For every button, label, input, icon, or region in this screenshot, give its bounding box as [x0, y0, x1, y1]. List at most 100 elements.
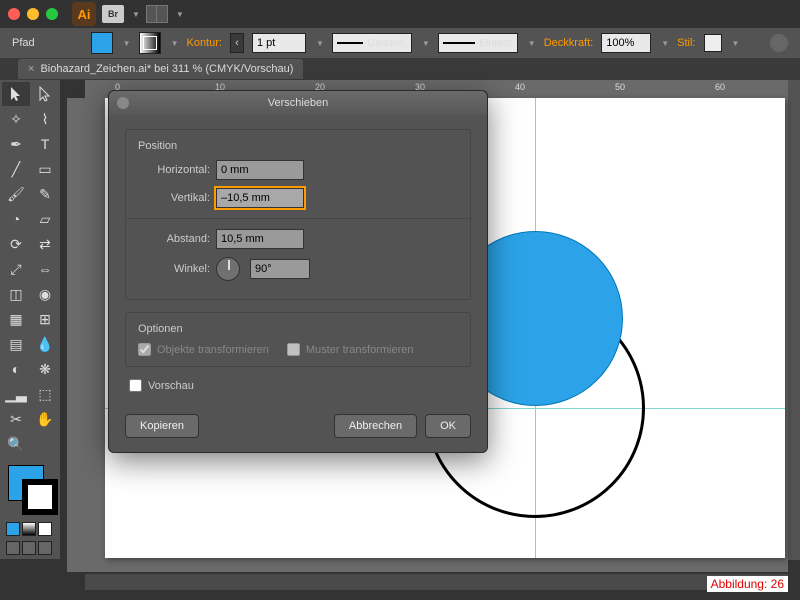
horizontal-scrollbar[interactable]: [85, 574, 788, 590]
stroke-swatch[interactable]: [139, 32, 161, 54]
document-tab[interactable]: × Biohazard_Zeichen.ai* bei 311 % (CMYK/…: [18, 59, 303, 79]
stil-label: Stil:: [677, 37, 695, 49]
distance-input[interactable]: 10,5 mm: [216, 229, 304, 249]
chevron-down-icon[interactable]: ▼: [528, 39, 536, 48]
ok-button[interactable]: OK: [425, 414, 471, 438]
draw-normal[interactable]: [6, 541, 20, 555]
free-transform-tool[interactable]: ◫: [2, 282, 30, 306]
spacer: [31, 432, 59, 456]
color-mode-solid[interactable]: [6, 522, 20, 536]
direct-selection-tool[interactable]: [31, 82, 59, 106]
copy-button[interactable]: Kopieren: [125, 414, 199, 438]
reflect-tool[interactable]: ⇄: [31, 232, 59, 256]
magic-wand-tool[interactable]: ✧: [2, 107, 30, 131]
recolor-icon[interactable]: [770, 34, 788, 52]
color-mode-row: [2, 520, 59, 538]
position-group-label: Position: [134, 140, 181, 152]
screen-mode-row: [2, 539, 59, 557]
close-tab-icon[interactable]: ×: [28, 63, 34, 75]
color-swatch-area: [2, 461, 59, 519]
shape-builder-tool[interactable]: ◉: [31, 282, 59, 306]
slice-tool[interactable]: ✂: [2, 407, 30, 431]
opacity-field[interactable]: 100%: [601, 33, 651, 53]
chevron-down-icon[interactable]: ▼: [132, 10, 140, 19]
transform-patterns-checkbox[interactable]: Muster transformieren: [287, 343, 414, 356]
chevron-down-icon[interactable]: ▼: [661, 39, 669, 48]
pen-tool[interactable]: ✒: [2, 132, 30, 156]
chevron-down-icon[interactable]: ▼: [176, 10, 184, 19]
dialog-title: Verschieben: [268, 97, 329, 109]
paintbrush-tool[interactable]: 🖌: [2, 182, 30, 206]
ai-logo-icon: Ai: [72, 2, 96, 26]
draw-inside[interactable]: [38, 541, 52, 555]
vertical-ruler: [67, 98, 85, 572]
angle-input[interactable]: 90°: [250, 259, 310, 279]
style-swatch[interactable]: [704, 34, 722, 52]
brush-select[interactable]: Einfach: [438, 33, 518, 53]
dialog-close-icon[interactable]: [117, 97, 129, 109]
scale-tool[interactable]: ⤢: [2, 257, 30, 281]
color-mode-gradient[interactable]: [22, 522, 36, 536]
eyedropper-tool[interactable]: 💧: [31, 332, 59, 356]
draw-behind[interactable]: [22, 541, 36, 555]
chevron-down-icon[interactable]: ▼: [422, 39, 430, 48]
eraser-tool[interactable]: ▱: [31, 207, 59, 231]
stroke-weight-field[interactable]: 1 pt: [252, 33, 306, 53]
options-bar: Pfad ▼ ▼ Kontur: ‹ 1 pt ▼ Gleichm. ▼ Ein…: [0, 28, 800, 58]
object-type-label: Pfad: [12, 37, 35, 49]
type-tool[interactable]: T: [31, 132, 59, 156]
layout-button[interactable]: [146, 5, 168, 23]
blob-brush-tool[interactable]: ◔: [2, 207, 30, 231]
hand-tool[interactable]: ✋: [31, 407, 59, 431]
pencil-tool[interactable]: ✎: [31, 182, 59, 206]
distance-label: Abstand:: [138, 233, 210, 245]
rectangle-tool[interactable]: ▭: [31, 157, 59, 181]
options-group-label: Optionen: [134, 323, 187, 335]
vertical-input[interactable]: –10,5 mm: [216, 188, 304, 208]
document-tab-title: Biohazard_Zeichen.ai* bei 311 % (CMYK/Vo…: [40, 63, 293, 75]
chevron-down-icon[interactable]: ▼: [123, 39, 131, 48]
chevron-down-icon[interactable]: ▼: [316, 39, 324, 48]
chevron-down-icon[interactable]: ▼: [171, 39, 179, 48]
stroke-weight-stepper[interactable]: ‹: [230, 33, 244, 53]
kontur-label: Kontur:: [186, 37, 221, 49]
zoom-tool[interactable]: 🔍: [2, 432, 30, 456]
gradient-tool[interactable]: ▤: [2, 332, 30, 356]
rotate-tool[interactable]: ⟳: [2, 232, 30, 256]
perspective-tool[interactable]: ▦: [2, 307, 30, 331]
color-mode-none[interactable]: [38, 522, 52, 536]
blend-tool[interactable]: ◐: [2, 357, 30, 381]
lasso-tool[interactable]: ⌇: [31, 107, 59, 131]
stroke-color-swatch[interactable]: [22, 479, 58, 515]
maximize-window-dot[interactable]: [46, 8, 58, 20]
horizontal-label: Horizontal:: [138, 164, 210, 176]
minimize-window-dot[interactable]: [27, 8, 39, 20]
column-graph-tool[interactable]: ▁▃: [2, 382, 30, 406]
close-window-dot[interactable]: [8, 8, 20, 20]
line-tool[interactable]: ╱: [2, 157, 30, 181]
window-controls: [8, 8, 58, 20]
mesh-tool[interactable]: ⊞: [31, 307, 59, 331]
dialog-titlebar[interactable]: Verschieben: [109, 91, 487, 115]
document-tabbar: × Biohazard_Zeichen.ai* bei 311 % (CMYK/…: [0, 58, 800, 80]
vertical-label: Vertikal:: [138, 192, 210, 204]
tool-panel: ✧ ⌇ ✒ T ╱ ▭ 🖌 ✎ ◔ ▱ ⟳ ⇄ ⤢ ⇔ ◫ ◉ ▦ ⊞ ▤ 💧 …: [0, 80, 60, 559]
move-dialog: Verschieben Position Horizontal: 0 mm Ve…: [108, 90, 488, 453]
collapsed-panels[interactable]: [788, 80, 800, 560]
transform-objects-checkbox[interactable]: Objekte transformieren: [138, 343, 269, 356]
artboard-tool[interactable]: ⬚: [31, 382, 59, 406]
bridge-button[interactable]: Br: [102, 5, 124, 23]
symbol-sprayer-tool[interactable]: ❋: [31, 357, 59, 381]
cancel-button[interactable]: Abbrechen: [334, 414, 417, 438]
angle-label: Winkel:: [138, 263, 210, 275]
figure-caption: Abbildung: 26: [707, 576, 788, 592]
width-tool[interactable]: ⇔: [31, 257, 59, 281]
fill-swatch[interactable]: [91, 32, 113, 54]
deckkraft-label: Deckkraft:: [544, 37, 594, 49]
stroke-profile-select[interactable]: Gleichm.: [332, 33, 412, 53]
horizontal-input[interactable]: 0 mm: [216, 160, 304, 180]
selection-tool[interactable]: [2, 82, 30, 106]
chevron-down-icon[interactable]: ▼: [732, 39, 740, 48]
preview-checkbox[interactable]: Vorschau: [129, 379, 471, 392]
angle-dial[interactable]: [216, 257, 240, 281]
